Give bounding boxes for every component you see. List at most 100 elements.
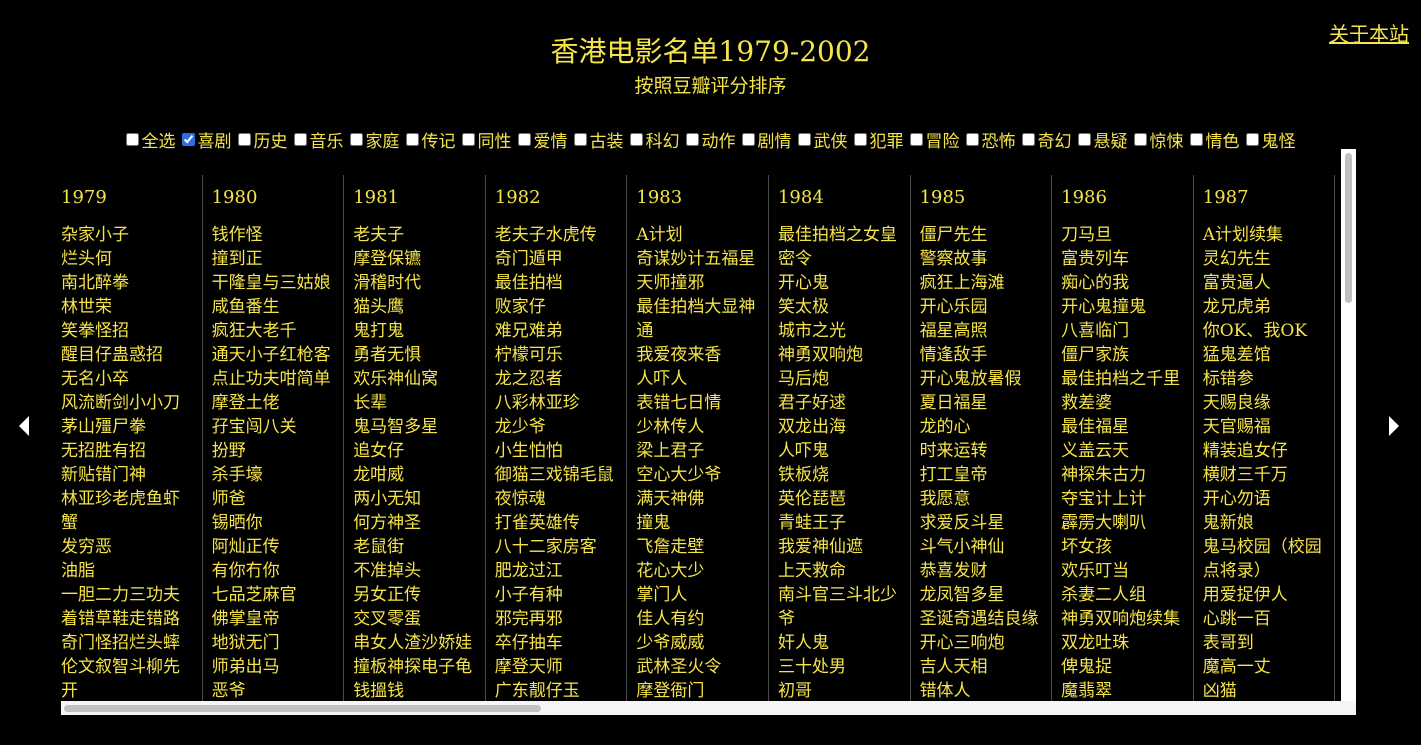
movie-title[interactable]: 福星高照 [920,319,1052,343]
movie-title[interactable]: 林世荣 [61,295,202,319]
movie-title[interactable]: 夏日福星 [920,391,1052,415]
movie-title[interactable]: 佳人有约 [636,607,768,631]
movie-title[interactable]: 着错草鞋走错路 [61,607,202,631]
movie-title[interactable]: 锡晒你 [212,511,344,535]
movie-title[interactable]: 钱搵钱 [353,679,485,701]
movie-title[interactable]: 串女人渣沙娇娃 [353,631,485,655]
genre-checkbox[interactable] [349,133,363,146]
movie-title[interactable]: 空心大少爷 [636,463,768,487]
movie-title[interactable]: 御猫三戏锦毛鼠 [495,463,627,487]
movie-title[interactable]: 情逢敌手 [920,343,1052,367]
movie-title[interactable]: 摩登土佬 [212,391,344,415]
movie-title[interactable]: 猫头鹰 [353,295,485,319]
movie-title[interactable]: 两小无知 [353,487,485,511]
next-arrow-icon[interactable] [1389,416,1399,436]
movie-title[interactable]: 我爱神仙遮 [778,535,910,559]
movie-title[interactable]: 最佳拍档之女皇密令 [778,223,910,271]
movie-title[interactable]: 师弟出马 [212,655,344,679]
movie-title[interactable]: 开心乐园 [920,295,1052,319]
movie-title[interactable]: 铁板烧 [778,463,910,487]
movie-title[interactable]: 青蛙王子 [778,511,910,535]
genre-checkbox[interactable] [1189,133,1203,146]
movie-title[interactable]: 杀手壕 [212,463,344,487]
movie-title[interactable]: 夺宝计上计 [1061,487,1193,511]
movie-title[interactable]: 梁上君子 [636,439,768,463]
movie-title[interactable]: 风流断剑小小刀 [61,391,202,415]
genre-checkbox[interactable] [1133,133,1147,146]
movie-title[interactable]: 扮野 [212,439,344,463]
movie-title[interactable]: 欢乐神仙窝 [353,367,485,391]
movie-title[interactable]: 龙凤智多星 [920,583,1052,607]
prev-arrow-icon[interactable] [19,416,29,436]
movie-title[interactable]: 南斗官三斗北少爷 [778,583,910,631]
genre-checkbox[interactable] [1245,133,1259,146]
movie-title[interactable]: 龙之忍者 [495,367,627,391]
movie-title[interactable]: 三十处男 [778,655,910,679]
movie-title[interactable]: 小子有种 [495,583,627,607]
movie-title[interactable]: 神探朱古力 [1061,463,1193,487]
genre-checkbox[interactable] [237,133,251,146]
movie-title[interactable]: 奇门遁甲 [495,247,627,271]
movie-title[interactable]: 林亚珍老虎鱼虾蟹 [61,487,202,535]
genre-checkbox[interactable] [573,133,587,146]
horizontal-scrollbar[interactable] [61,701,1356,715]
genre-checkbox[interactable] [853,133,867,146]
movie-title[interactable]: 长辈 [353,391,485,415]
movie-title[interactable]: 笑拳怪招 [61,319,202,343]
movie-title[interactable]: 交叉零蛋 [353,607,485,631]
movie-title[interactable]: 武林圣火令 [636,655,768,679]
movie-title[interactable]: 撞到正 [212,247,344,271]
movie-title[interactable]: 无名小卒 [61,367,202,391]
movie-title[interactable]: 小生怕怕 [495,439,627,463]
movie-title[interactable]: 刀马旦 [1061,223,1193,247]
genre-checkbox[interactable] [741,133,755,146]
genre-checkbox[interactable] [125,133,139,146]
movie-title[interactable]: 表哥到 [1203,631,1335,655]
movie-title[interactable]: 圣诞奇遇结良缘 [920,607,1052,631]
movie-title[interactable]: 钱作怪 [212,223,344,247]
movie-title[interactable]: 痴心的我 [1061,271,1193,295]
movie-title[interactable]: 茅山殭尸拳 [61,415,202,439]
movie-title[interactable]: 少爷威威 [636,631,768,655]
movie-title[interactable]: 撞鬼 [636,511,768,535]
movie-title[interactable]: 君子好逑 [778,391,910,415]
genre-checkbox[interactable] [909,133,923,146]
genre-checkbox[interactable] [685,133,699,146]
movie-title[interactable]: 开心三响炮 [920,631,1052,655]
genre-checkbox[interactable] [1021,133,1035,146]
movie-title[interactable]: 撞板神探电子龟 [353,655,485,679]
movie-title[interactable]: 龙的心 [920,415,1052,439]
movie-title[interactable]: 奇谋妙计五福星 [636,247,768,271]
movie-title[interactable]: 何方神圣 [353,511,485,535]
movie-title[interactable]: 滑稽时代 [353,271,485,295]
movie-title[interactable]: 邪完再邪 [495,607,627,631]
movie-title[interactable]: 错体人 [920,679,1052,701]
movie-title[interactable]: 城市之光 [778,319,910,343]
movie-title[interactable]: 求爱反斗星 [920,511,1052,535]
movie-title[interactable]: 灵幻先生 [1203,247,1335,271]
movie-title[interactable]: 僵尸先生 [920,223,1052,247]
movie-title[interactable]: 标错参 [1203,367,1335,391]
movie-title[interactable]: 掌门人 [636,583,768,607]
movie-title[interactable]: 魔翡翠 [1061,679,1193,701]
movie-title[interactable]: 心跳一百 [1203,607,1335,631]
movie-title[interactable]: 有你冇你 [212,559,344,583]
movie-title[interactable]: 开心鬼撞鬼 [1061,295,1193,319]
movie-title[interactable]: 点止功夫咁简单 [212,367,344,391]
movie-title[interactable]: 时来运转 [920,439,1052,463]
movie-title[interactable]: 另女正传 [353,583,485,607]
movie-title[interactable]: 魔高一丈 [1203,655,1335,679]
movie-title[interactable]: 新贴错门神 [61,463,202,487]
movie-title[interactable]: 八彩林亚珍 [495,391,627,415]
movie-title[interactable]: 双龙出海 [778,415,910,439]
movie-title[interactable]: 夜惊魂 [495,487,627,511]
movie-title[interactable]: 双龙吐珠 [1061,631,1193,655]
movie-title[interactable]: 少林传人 [636,415,768,439]
vertical-scroll-thumb[interactable] [1345,153,1352,303]
movie-title[interactable]: 难兄难弟 [495,319,627,343]
movie-title[interactable]: 疯狂上海滩 [920,271,1052,295]
movie-title[interactable]: 鬼打鬼 [353,319,485,343]
movie-title[interactable]: 地狱无门 [212,631,344,655]
movie-title[interactable]: 伦文叙智斗柳先开 [61,655,202,701]
movie-title[interactable]: 无招胜有招 [61,439,202,463]
